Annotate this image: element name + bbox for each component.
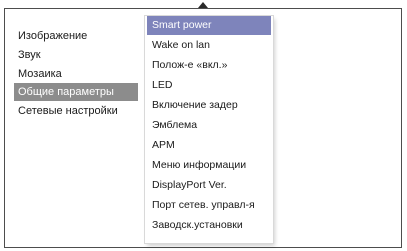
submenu-item-displayport-ver[interactable]: DisplayPort Ver.	[147, 176, 271, 195]
general-settings-submenu: Smart power Wake on lan Полож-е «вкл.» L…	[145, 16, 273, 243]
submenu-item-network-control-port[interactable]: Порт сетев. управл-я	[147, 196, 271, 215]
menu-item-tiling[interactable]: Мозаика	[14, 65, 138, 83]
menu-item-network-settings[interactable]: Сетевые настройки	[14, 102, 138, 120]
submenu-item-logo[interactable]: Эмблема	[147, 116, 271, 135]
submenu-item-smart-power[interactable]: Smart power	[147, 16, 271, 35]
menu-item-general-settings[interactable]: Общие параметры	[14, 83, 138, 102]
submenu-item-factory-reset[interactable]: Заводск.установки	[147, 216, 271, 235]
submenu-item-power-on-delay[interactable]: Включение задер	[147, 96, 271, 115]
menu-item-sound[interactable]: Звук	[14, 46, 138, 64]
submenu-item-power-on-state[interactable]: Полож-е «вкл.»	[147, 56, 271, 75]
main-menu: Изображение Звук Мозаика Общие параметры…	[14, 27, 138, 121]
submenu-item-wake-on-lan[interactable]: Wake on lan	[147, 36, 271, 55]
submenu-item-led[interactable]: LED	[147, 76, 271, 95]
submenu-item-info-menu[interactable]: Меню информации	[147, 156, 271, 175]
menu-item-image[interactable]: Изображение	[14, 27, 138, 45]
submenu-item-apm[interactable]: APM	[147, 136, 271, 155]
